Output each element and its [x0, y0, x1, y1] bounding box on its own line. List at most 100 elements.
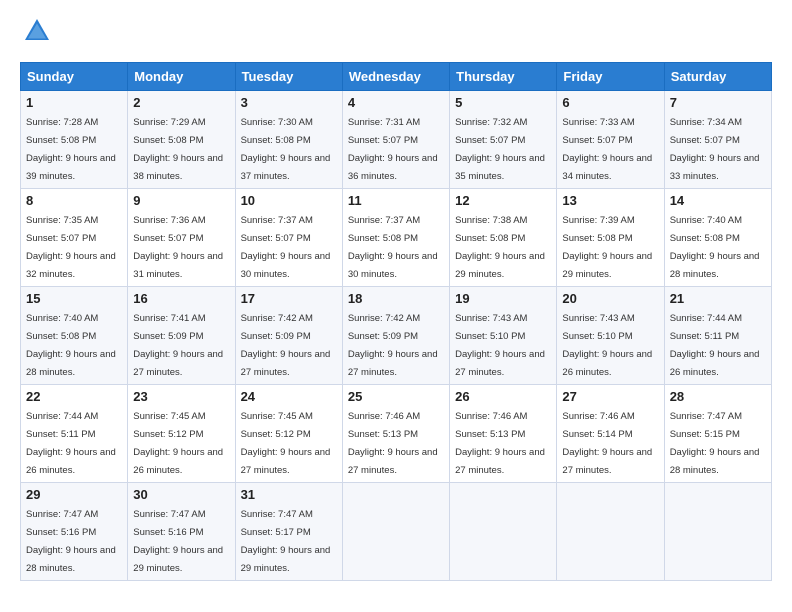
empty-cell — [557, 483, 664, 581]
day-number: 22 — [26, 389, 122, 404]
day-info: Sunrise: 7:35 AMSunset: 5:07 PMDaylight:… — [26, 215, 116, 280]
calendar-day-11: 11 Sunrise: 7:37 AMSunset: 5:08 PMDaylig… — [342, 189, 449, 287]
calendar-day-17: 17 Sunrise: 7:42 AMSunset: 5:09 PMDaylig… — [235, 287, 342, 385]
calendar-week-2: 8 Sunrise: 7:35 AMSunset: 5:07 PMDayligh… — [21, 189, 772, 287]
day-info: Sunrise: 7:44 AMSunset: 5:11 PMDaylight:… — [26, 411, 116, 476]
weekday-header-sunday: Sunday — [21, 63, 128, 91]
day-info: Sunrise: 7:30 AMSunset: 5:08 PMDaylight:… — [241, 117, 331, 182]
calendar-day-23: 23 Sunrise: 7:45 AMSunset: 5:12 PMDaylig… — [128, 385, 235, 483]
weekday-header-thursday: Thursday — [450, 63, 557, 91]
day-info: Sunrise: 7:46 AMSunset: 5:14 PMDaylight:… — [562, 411, 652, 476]
day-info: Sunrise: 7:42 AMSunset: 5:09 PMDaylight:… — [241, 313, 331, 378]
calendar-day-14: 14 Sunrise: 7:40 AMSunset: 5:08 PMDaylig… — [664, 189, 771, 287]
logo-icon — [22, 16, 52, 46]
calendar-day-1: 1 Sunrise: 7:28 AMSunset: 5:08 PMDayligh… — [21, 91, 128, 189]
day-info: Sunrise: 7:47 AMSunset: 5:17 PMDaylight:… — [241, 509, 331, 574]
day-info: Sunrise: 7:45 AMSunset: 5:12 PMDaylight:… — [133, 411, 223, 476]
calendar-day-16: 16 Sunrise: 7:41 AMSunset: 5:09 PMDaylig… — [128, 287, 235, 385]
day-number: 24 — [241, 389, 337, 404]
day-number: 7 — [670, 95, 766, 110]
day-info: Sunrise: 7:47 AMSunset: 5:15 PMDaylight:… — [670, 411, 760, 476]
logo — [20, 20, 52, 46]
day-info: Sunrise: 7:47 AMSunset: 5:16 PMDaylight:… — [133, 509, 223, 574]
calendar-day-9: 9 Sunrise: 7:36 AMSunset: 5:07 PMDayligh… — [128, 189, 235, 287]
calendar-day-21: 21 Sunrise: 7:44 AMSunset: 5:11 PMDaylig… — [664, 287, 771, 385]
day-number: 21 — [670, 291, 766, 306]
day-info: Sunrise: 7:43 AMSunset: 5:10 PMDaylight:… — [562, 313, 652, 378]
calendar-day-18: 18 Sunrise: 7:42 AMSunset: 5:09 PMDaylig… — [342, 287, 449, 385]
calendar-day-3: 3 Sunrise: 7:30 AMSunset: 5:08 PMDayligh… — [235, 91, 342, 189]
calendar-day-22: 22 Sunrise: 7:44 AMSunset: 5:11 PMDaylig… — [21, 385, 128, 483]
calendar-day-28: 28 Sunrise: 7:47 AMSunset: 5:15 PMDaylig… — [664, 385, 771, 483]
calendar-week-5: 29 Sunrise: 7:47 AMSunset: 5:16 PMDaylig… — [21, 483, 772, 581]
calendar-header: SundayMondayTuesdayWednesdayThursdayFrid… — [21, 63, 772, 91]
day-number: 28 — [670, 389, 766, 404]
day-info: Sunrise: 7:39 AMSunset: 5:08 PMDaylight:… — [562, 215, 652, 280]
day-number: 12 — [455, 193, 551, 208]
weekday-header-monday: Monday — [128, 63, 235, 91]
day-number: 8 — [26, 193, 122, 208]
day-number: 29 — [26, 487, 122, 502]
calendar-day-20: 20 Sunrise: 7:43 AMSunset: 5:10 PMDaylig… — [557, 287, 664, 385]
calendar-day-29: 29 Sunrise: 7:47 AMSunset: 5:16 PMDaylig… — [21, 483, 128, 581]
calendar-day-27: 27 Sunrise: 7:46 AMSunset: 5:14 PMDaylig… — [557, 385, 664, 483]
calendar-day-2: 2 Sunrise: 7:29 AMSunset: 5:08 PMDayligh… — [128, 91, 235, 189]
day-number: 23 — [133, 389, 229, 404]
day-info: Sunrise: 7:40 AMSunset: 5:08 PMDaylight:… — [26, 313, 116, 378]
day-info: Sunrise: 7:47 AMSunset: 5:16 PMDaylight:… — [26, 509, 116, 574]
day-number: 27 — [562, 389, 658, 404]
day-number: 13 — [562, 193, 658, 208]
day-number: 6 — [562, 95, 658, 110]
day-number: 10 — [241, 193, 337, 208]
empty-cell — [342, 483, 449, 581]
day-number: 14 — [670, 193, 766, 208]
day-info: Sunrise: 7:33 AMSunset: 5:07 PMDaylight:… — [562, 117, 652, 182]
day-info: Sunrise: 7:45 AMSunset: 5:12 PMDaylight:… — [241, 411, 331, 476]
day-number: 20 — [562, 291, 658, 306]
empty-cell — [664, 483, 771, 581]
day-info: Sunrise: 7:44 AMSunset: 5:11 PMDaylight:… — [670, 313, 760, 378]
day-info: Sunrise: 7:32 AMSunset: 5:07 PMDaylight:… — [455, 117, 545, 182]
day-number: 3 — [241, 95, 337, 110]
calendar-week-3: 15 Sunrise: 7:40 AMSunset: 5:08 PMDaylig… — [21, 287, 772, 385]
calendar-day-7: 7 Sunrise: 7:34 AMSunset: 5:07 PMDayligh… — [664, 91, 771, 189]
calendar-day-13: 13 Sunrise: 7:39 AMSunset: 5:08 PMDaylig… — [557, 189, 664, 287]
day-number: 30 — [133, 487, 229, 502]
day-number: 18 — [348, 291, 444, 306]
calendar-day-4: 4 Sunrise: 7:31 AMSunset: 5:07 PMDayligh… — [342, 91, 449, 189]
day-number: 25 — [348, 389, 444, 404]
day-info: Sunrise: 7:46 AMSunset: 5:13 PMDaylight:… — [348, 411, 438, 476]
empty-cell — [450, 483, 557, 581]
calendar-body: 1 Sunrise: 7:28 AMSunset: 5:08 PMDayligh… — [21, 91, 772, 581]
weekday-header-wednesday: Wednesday — [342, 63, 449, 91]
day-number: 15 — [26, 291, 122, 306]
day-info: Sunrise: 7:31 AMSunset: 5:07 PMDaylight:… — [348, 117, 438, 182]
calendar-day-12: 12 Sunrise: 7:38 AMSunset: 5:08 PMDaylig… — [450, 189, 557, 287]
day-info: Sunrise: 7:38 AMSunset: 5:08 PMDaylight:… — [455, 215, 545, 280]
calendar-day-15: 15 Sunrise: 7:40 AMSunset: 5:08 PMDaylig… — [21, 287, 128, 385]
day-number: 26 — [455, 389, 551, 404]
day-number: 1 — [26, 95, 122, 110]
weekday-row: SundayMondayTuesdayWednesdayThursdayFrid… — [21, 63, 772, 91]
day-info: Sunrise: 7:37 AMSunset: 5:07 PMDaylight:… — [241, 215, 331, 280]
calendar-week-1: 1 Sunrise: 7:28 AMSunset: 5:08 PMDayligh… — [21, 91, 772, 189]
day-info: Sunrise: 7:43 AMSunset: 5:10 PMDaylight:… — [455, 313, 545, 378]
calendar-table: SundayMondayTuesdayWednesdayThursdayFrid… — [20, 62, 772, 581]
calendar-day-25: 25 Sunrise: 7:46 AMSunset: 5:13 PMDaylig… — [342, 385, 449, 483]
weekday-header-saturday: Saturday — [664, 63, 771, 91]
day-info: Sunrise: 7:34 AMSunset: 5:07 PMDaylight:… — [670, 117, 760, 182]
day-info: Sunrise: 7:41 AMSunset: 5:09 PMDaylight:… — [133, 313, 223, 378]
weekday-header-friday: Friday — [557, 63, 664, 91]
calendar-day-5: 5 Sunrise: 7:32 AMSunset: 5:07 PMDayligh… — [450, 91, 557, 189]
day-info: Sunrise: 7:37 AMSunset: 5:08 PMDaylight:… — [348, 215, 438, 280]
calendar-day-6: 6 Sunrise: 7:33 AMSunset: 5:07 PMDayligh… — [557, 91, 664, 189]
day-number: 9 — [133, 193, 229, 208]
day-number: 2 — [133, 95, 229, 110]
day-number: 11 — [348, 193, 444, 208]
calendar-day-30: 30 Sunrise: 7:47 AMSunset: 5:16 PMDaylig… — [128, 483, 235, 581]
day-number: 31 — [241, 487, 337, 502]
day-info: Sunrise: 7:36 AMSunset: 5:07 PMDaylight:… — [133, 215, 223, 280]
day-number: 4 — [348, 95, 444, 110]
day-info: Sunrise: 7:29 AMSunset: 5:08 PMDaylight:… — [133, 117, 223, 182]
day-number: 19 — [455, 291, 551, 306]
